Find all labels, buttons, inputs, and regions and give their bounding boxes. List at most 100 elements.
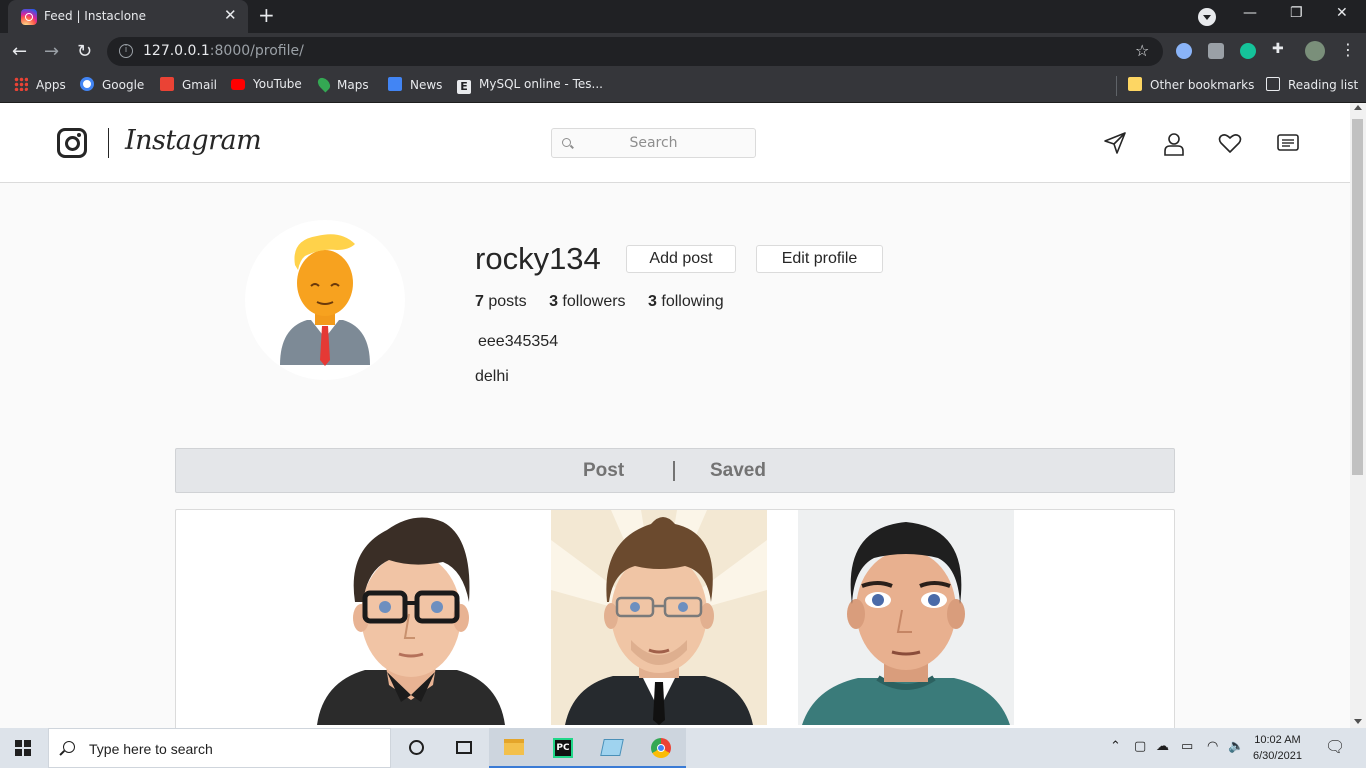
profile-bio: delhi: [475, 368, 509, 385]
reading-list[interactable]: Reading list: [1266, 77, 1358, 92]
back-icon[interactable]: ←: [12, 41, 27, 62]
cortana-icon[interactable]: [392, 728, 442, 768]
post-thumbnail[interactable]: [798, 510, 1014, 725]
reload-icon[interactable]: ↻: [77, 41, 92, 62]
close-tab-icon[interactable]: ✕: [224, 6, 237, 24]
taskbar-search-box[interactable]: Type here to search: [48, 728, 391, 768]
cartoon-man-suit-image: [551, 510, 767, 725]
instagram-logo-icon[interactable]: [57, 128, 87, 158]
profile-username: rocky134: [475, 241, 601, 276]
brand-wordmark[interactable]: Instagram: [125, 125, 262, 156]
bookmark-maps[interactable]: Maps: [315, 75, 369, 93]
scroll-down-arrow-icon[interactable]: [1354, 719, 1362, 724]
following-stat[interactable]: 3 following: [648, 293, 724, 311]
reading-list-label: Reading list: [1288, 78, 1359, 92]
bookmark-google[interactable]: Google: [80, 77, 144, 92]
post-thumbnail[interactable]: [551, 510, 767, 725]
heart-icon[interactable]: [1217, 130, 1243, 156]
file-explorer-icon[interactable]: [489, 728, 539, 768]
direct-message-icon[interactable]: [1102, 130, 1128, 156]
close-window-icon[interactable]: ✕: [1336, 5, 1348, 21]
bookmark-youtube[interactable]: YouTube: [231, 77, 302, 91]
bookmark-label: Apps: [36, 78, 66, 92]
tab-post[interactable]: Post: [583, 460, 624, 482]
grammarly-icon[interactable]: [1240, 43, 1256, 59]
minimize-icon[interactable]: —: [1243, 5, 1257, 21]
bookmark-label: Gmail: [182, 78, 218, 92]
profile-tabs: Post Saved: [175, 448, 1175, 493]
bookmark-gmail[interactable]: Gmail: [160, 77, 217, 92]
meet-now-icon[interactable]: ▢: [1134, 739, 1146, 754]
address-bar[interactable]: i 127.0.0.1:8000/profile/ ☆: [107, 37, 1163, 66]
bookmark-label: Other bookmarks: [1150, 78, 1255, 92]
feed-list-icon[interactable]: [1275, 130, 1301, 156]
battery-icon[interactable]: ▭: [1181, 739, 1193, 754]
url-path: :8000/profile/: [209, 43, 304, 59]
extension-icon[interactable]: [1176, 43, 1192, 59]
businessman-avatar-icon: [280, 234, 370, 366]
chrome-menu-icon[interactable]: ⋮: [1340, 40, 1356, 59]
profile-full-name: eee345354: [478, 333, 559, 350]
bookmark-label: Google: [102, 78, 145, 92]
bookmark-star-icon[interactable]: ☆: [1135, 41, 1149, 60]
bookmark-mysql[interactable]: E MySQL online - Tes...: [457, 77, 603, 94]
followers-stat[interactable]: 3 followers: [549, 293, 626, 311]
tab-search-icon[interactable]: [1198, 8, 1216, 26]
search-input[interactable]: [552, 129, 755, 157]
posts-grid: [175, 509, 1175, 728]
extension-icon[interactable]: [1208, 43, 1224, 59]
clock-time: 10:02 AM: [1254, 734, 1301, 746]
chrome-taskbar-icon[interactable]: [636, 728, 686, 768]
url-text[interactable]: 127.0.0.1:8000/profile/: [143, 43, 304, 59]
notes-app-icon[interactable]: [587, 728, 637, 768]
url-host: 127.0.0.1: [143, 43, 210, 59]
gmail-icon: [160, 77, 174, 91]
bookmark-apps[interactable]: Apps: [14, 77, 66, 92]
bookmark-other[interactable]: Other bookmarks: [1128, 77, 1254, 92]
post-thumbnail[interactable]: [303, 510, 519, 725]
tab-saved[interactable]: Saved: [710, 460, 766, 482]
scrollbar-thumb[interactable]: [1352, 119, 1363, 475]
browser-tab-strip: Feed | Instaclone ✕ + — ❐ ✕: [0, 0, 1366, 33]
site-info-icon[interactable]: i: [119, 44, 133, 58]
restore-icon[interactable]: ❐: [1290, 5, 1303, 21]
profile-avatar[interactable]: [245, 220, 405, 380]
volume-icon[interactable]: 🔈: [1228, 739, 1244, 754]
profile-avatar-icon[interactable]: [1305, 41, 1325, 61]
forward-icon[interactable]: →: [44, 41, 59, 62]
maps-pin-icon: [315, 75, 333, 93]
notifications-icon[interactable]: 🗨: [1325, 737, 1345, 756]
search-box[interactable]: [551, 128, 756, 158]
extensions-puzzle-icon[interactable]: ✚: [1272, 41, 1288, 57]
bookmark-label: Maps: [337, 78, 369, 92]
wifi-icon[interactable]: ◠: [1207, 739, 1218, 754]
pycharm-icon[interactable]: PC: [538, 728, 588, 768]
e-letter-icon: E: [457, 80, 471, 94]
add-post-button[interactable]: Add post: [626, 245, 736, 273]
bookmark-news[interactable]: News: [388, 77, 442, 92]
onedrive-cloud-icon[interactable]: ☁: [1156, 739, 1169, 754]
show-hidden-icons-icon[interactable]: ⌃: [1110, 739, 1121, 754]
youtube-icon: [231, 79, 245, 90]
bookmarks-bar: Apps Google Gmail YouTube Maps News E MyS…: [0, 70, 1366, 103]
logo-divider: [108, 128, 109, 158]
scroll-up-arrow-icon[interactable]: [1354, 105, 1362, 110]
cartoon-man-teal-shirt-image: [802, 522, 1010, 725]
system-clock[interactable]: 10:02 AM 6/30/2021: [1253, 732, 1302, 764]
edit-profile-button[interactable]: Edit profile: [756, 245, 883, 273]
page-scrollbar[interactable]: [1350, 103, 1366, 728]
profile-icon[interactable]: [1161, 130, 1187, 156]
followers-label: followers: [562, 293, 626, 310]
search-icon: [63, 741, 75, 753]
bookmark-label: News: [410, 78, 443, 92]
bookmark-label: MySQL online - Tes...: [479, 77, 603, 91]
task-view-icon[interactable]: [440, 728, 490, 768]
bookmarks-divider: [1116, 76, 1117, 96]
posts-stat[interactable]: 7 posts: [475, 293, 527, 311]
tab-title: Feed | Instaclone: [44, 9, 147, 23]
windows-start-icon[interactable]: [15, 740, 31, 756]
browser-tab[interactable]: Feed | Instaclone ✕: [8, 0, 248, 33]
google-icon: [80, 77, 94, 91]
clock-date: 6/30/2021: [1253, 750, 1302, 762]
new-tab-icon[interactable]: +: [258, 3, 275, 27]
